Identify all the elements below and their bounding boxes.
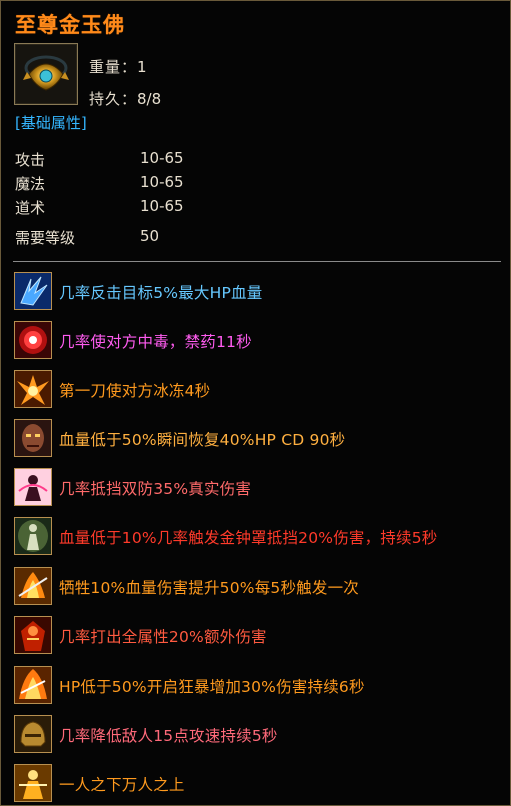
golden-warrior-icon xyxy=(14,764,52,802)
durability-stat: 持久：8/8 xyxy=(89,88,161,109)
skill-text: 几率打出全属性20%额外伤害 xyxy=(59,628,267,646)
skill-text: 牺牲10%血量伤害提升50%每5秒触发一次 xyxy=(59,579,359,597)
skill-text: 血量低于50%瞬间恢复40%HP CD 90秒 xyxy=(59,431,346,449)
attribute-value: 10-65 xyxy=(140,149,184,167)
blue-claw-icon xyxy=(14,272,52,310)
skill-row: 第一刀使对方冰冻4秒 xyxy=(14,370,504,410)
attribute-row: 攻击 10-65 xyxy=(15,149,184,170)
attribute-row: 需要等级 50 xyxy=(15,227,159,248)
skill-row: 几率抵挡双防35%真实伤害 xyxy=(14,468,504,508)
bronze-helmet-icon xyxy=(14,715,52,753)
skill-text: 一人之下万人之上 xyxy=(59,776,185,794)
skill-row: 血量低于50%瞬间恢复40%HP CD 90秒 xyxy=(14,419,504,459)
skill-row: 血量低于10%几率触发金钟罩抵挡20%伤害，持续5秒 xyxy=(14,517,504,557)
attribute-name: 需要等级 xyxy=(15,229,76,247)
skill-row: HP低于50%开启狂暴增加30%伤害持续6秒 xyxy=(14,666,504,706)
attribute-name: 攻击 xyxy=(15,151,46,169)
skill-row: 几率使对方中毒，禁药11秒 xyxy=(14,321,504,361)
weight-value: 1 xyxy=(137,58,147,76)
weight-label: 重量： xyxy=(89,58,138,76)
fire-burst-icon xyxy=(14,370,52,408)
attribute-name: 魔法 xyxy=(15,175,46,193)
attribute-value: 10-65 xyxy=(140,173,184,191)
durability-label: 持久： xyxy=(89,90,138,108)
skill-text: HP低于50%开启狂暴增加30%伤害持续6秒 xyxy=(59,678,365,696)
red-target-icon xyxy=(14,321,52,359)
attribute-value: 10-65 xyxy=(140,197,184,215)
golden-buddha-necklace-icon xyxy=(14,43,78,105)
skill-text: 第一刀使对方冰冻4秒 xyxy=(59,382,211,400)
weight-stat: 重量：1 xyxy=(89,56,147,77)
attribute-row: 魔法 10-65 xyxy=(15,173,184,194)
green-shield-figure-icon xyxy=(14,517,52,555)
divider xyxy=(13,261,501,262)
pink-figure-icon xyxy=(14,468,52,506)
red-warrior-icon xyxy=(14,616,52,654)
skill-text: 几率降低敌人15点攻速持续5秒 xyxy=(59,727,278,745)
attribute-name: 道术 xyxy=(15,199,46,217)
flame-sword-icon xyxy=(14,567,52,605)
attribute-value: 50 xyxy=(140,227,160,245)
berserk-flame-icon xyxy=(14,666,52,704)
basic-attributes-title: [基础属性] xyxy=(15,114,87,132)
skill-text: 几率反击目标5%最大HP血量 xyxy=(59,284,263,302)
skill-row: 一人之下万人之上 xyxy=(14,764,504,804)
attribute-row: 道术 10-65 xyxy=(15,197,184,218)
skill-text: 几率抵挡双防35%真实伤害 xyxy=(59,480,252,498)
skill-row: 几率反击目标5%最大HP血量 xyxy=(14,272,504,312)
skill-row: 几率降低敌人15点攻速持续5秒 xyxy=(14,715,504,755)
skill-row: 牺牲10%血量伤害提升50%每5秒触发一次 xyxy=(14,567,504,607)
durability-value: 8/8 xyxy=(137,90,162,108)
item-tooltip-panel: 至尊金玉佛 重量：1 持久：8/8 [基础属性] 攻击 10-65 魔法 10-… xyxy=(0,0,511,806)
skill-row: 几率打出全属性20%额外伤害 xyxy=(14,616,504,656)
warrior-face-icon xyxy=(14,419,52,457)
skill-text: 血量低于10%几率触发金钟罩抵挡20%伤害，持续5秒 xyxy=(59,529,438,547)
item-name: 至尊金玉佛 xyxy=(15,13,125,37)
skill-text: 几率使对方中毒，禁药11秒 xyxy=(59,333,252,351)
